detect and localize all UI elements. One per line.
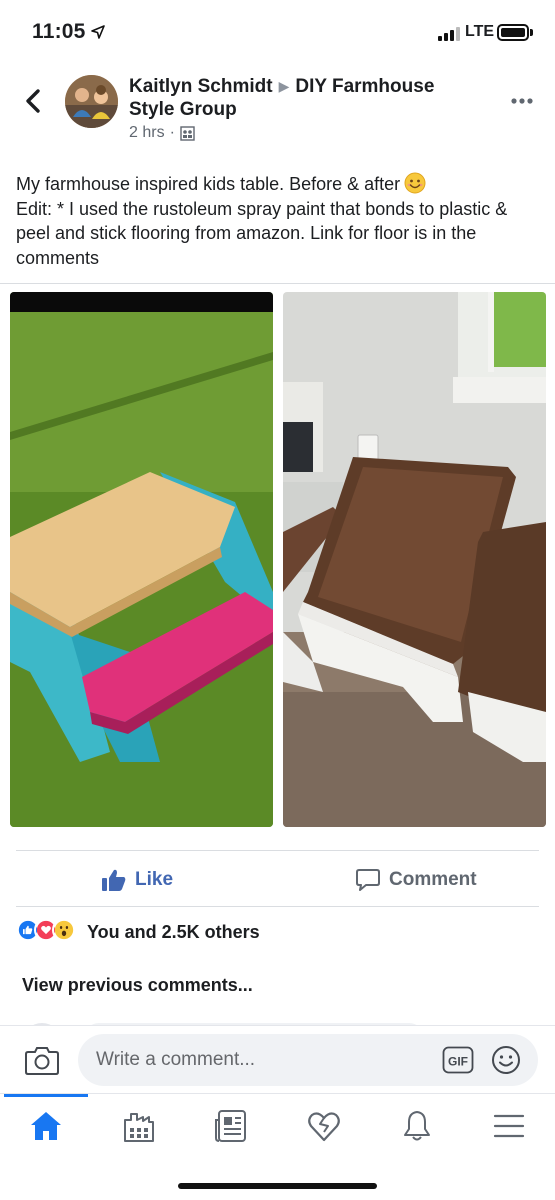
reaction-icons[interactable] bbox=[16, 918, 76, 942]
meta-dot: · bbox=[169, 124, 175, 141]
signal-icon bbox=[438, 27, 460, 41]
notifications-icon[interactable] bbox=[399, 1108, 435, 1144]
gif-icon[interactable]: GIF bbox=[442, 1046, 474, 1074]
smile-emoji-icon bbox=[404, 172, 426, 194]
thumbs-up-icon bbox=[102, 869, 126, 891]
camera-icon[interactable] bbox=[24, 1043, 60, 1077]
news-icon[interactable] bbox=[213, 1108, 249, 1144]
arrow-right-icon: ▶ bbox=[278, 78, 290, 94]
status-time: 11:05 bbox=[32, 20, 86, 43]
divider bbox=[0, 283, 555, 284]
emoji-picker-icon[interactable] bbox=[491, 1045, 521, 1075]
avatar[interactable] bbox=[65, 75, 118, 128]
after-photo[interactable] bbox=[283, 292, 546, 827]
divider bbox=[16, 850, 539, 851]
reactions-summary[interactable]: You and 2.5K others bbox=[87, 922, 260, 943]
post-time[interactable]: 2 hrs bbox=[129, 124, 165, 142]
post-text: My farmhouse inspired kids table. Before… bbox=[16, 172, 546, 270]
gif-label: GIF bbox=[448, 1055, 468, 1069]
wow-icon bbox=[52, 918, 76, 942]
dating-icon[interactable] bbox=[306, 1108, 342, 1144]
post-text-line1: My farmhouse inspired kids table. Before… bbox=[16, 174, 401, 194]
before-photo[interactable] bbox=[10, 292, 273, 827]
comment-bubble-icon bbox=[356, 869, 380, 891]
view-previous-comments[interactable]: View previous comments... bbox=[22, 975, 253, 996]
menu-icon[interactable] bbox=[491, 1108, 527, 1144]
like-button[interactable]: Like bbox=[101, 862, 173, 898]
divider bbox=[16, 906, 539, 907]
more-options-icon[interactable] bbox=[510, 97, 534, 105]
location-arrow-icon bbox=[91, 25, 105, 39]
home-icon[interactable] bbox=[28, 1108, 64, 1144]
avatar-image bbox=[65, 75, 118, 128]
post-author-line[interactable]: Kaitlyn Schmidt ▶ DIY Farmhouse Style Grou… bbox=[129, 75, 469, 121]
like-label: Like bbox=[135, 869, 174, 890]
before-photo-image bbox=[10, 292, 273, 827]
back-icon[interactable] bbox=[20, 86, 48, 116]
post-text-edit: Edit: * I used the rustoleum spray paint… bbox=[16, 198, 508, 268]
active-tab-indicator bbox=[4, 1094, 88, 1097]
comment-label: Comment bbox=[389, 869, 477, 890]
group-privacy-icon bbox=[180, 125, 195, 141]
network-label: LTE bbox=[465, 23, 495, 40]
battery-icon bbox=[497, 24, 529, 41]
battery-cap bbox=[530, 29, 533, 36]
comment-button[interactable]: Comment bbox=[355, 862, 477, 898]
author-name[interactable]: Kaitlyn Schmidt bbox=[129, 76, 273, 97]
home-indicator bbox=[178, 1183, 377, 1189]
marketplace-icon[interactable] bbox=[121, 1108, 157, 1144]
after-photo-image bbox=[283, 292, 546, 827]
status-bar: 11:05 LTE bbox=[0, 0, 555, 64]
post-meta: 2 hrs · bbox=[129, 124, 195, 142]
